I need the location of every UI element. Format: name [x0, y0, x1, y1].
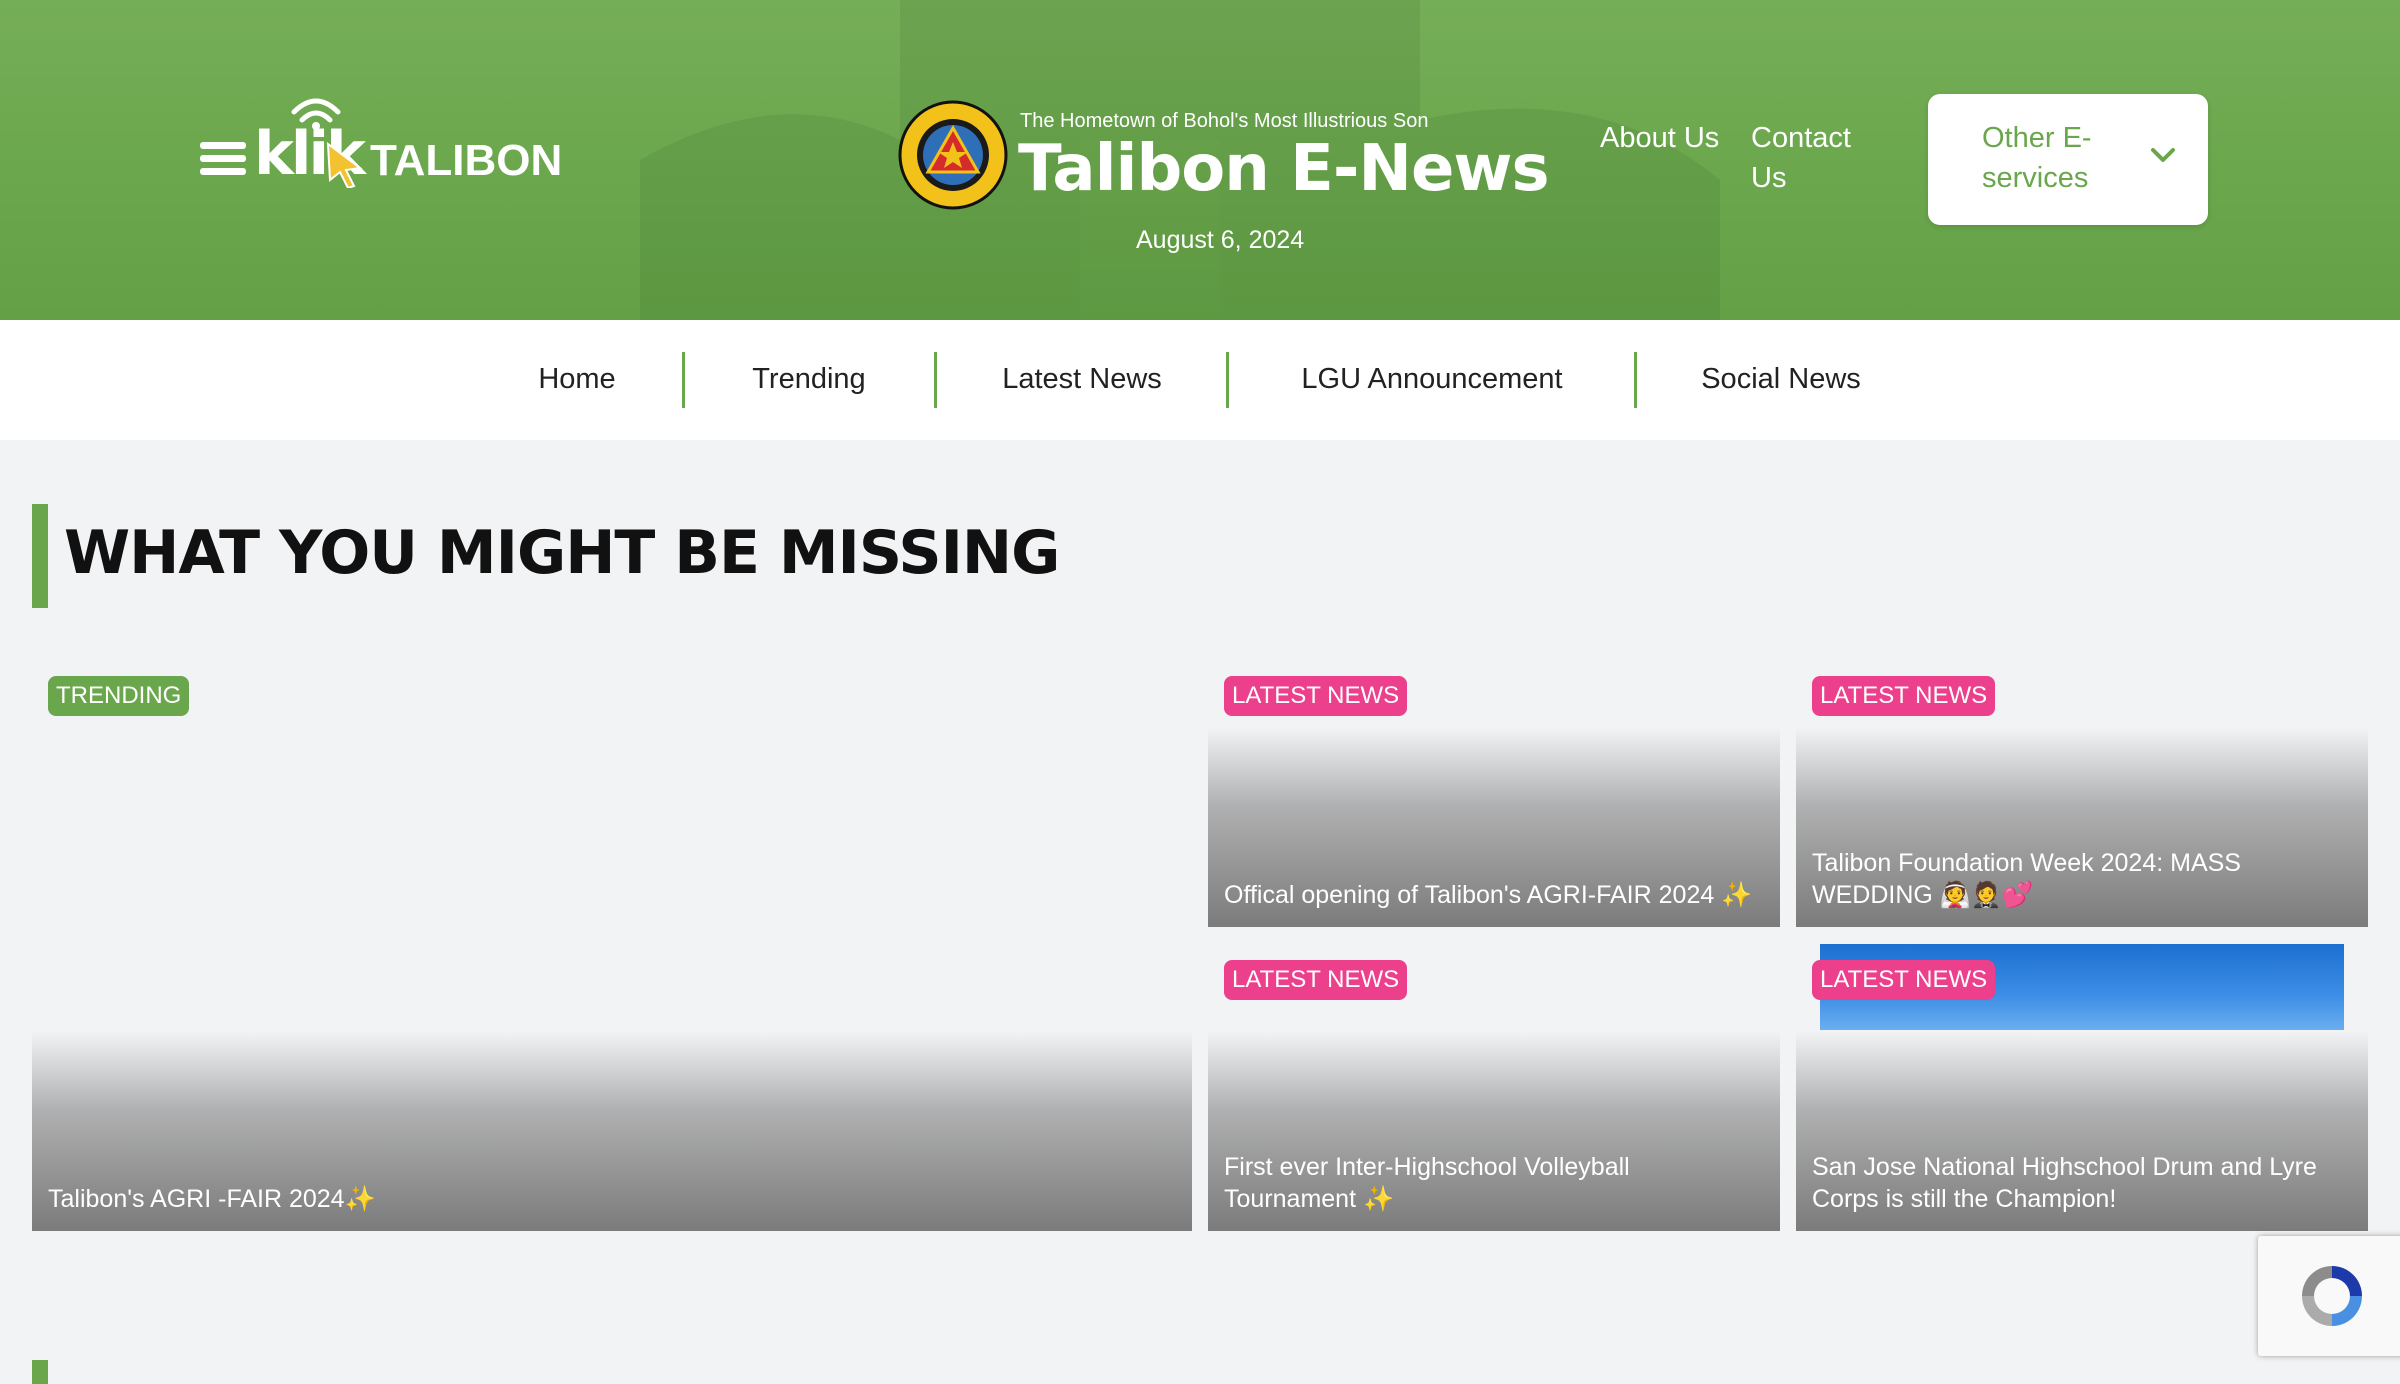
kliktalibon-logo[interactable]: klik TALIBON: [200, 92, 570, 192]
news-card[interactable]: LATEST NEWS San Jose National Highschool…: [1796, 944, 2368, 1231]
news-card[interactable]: LATEST NEWS Talibon Foundation Week 2024…: [1796, 660, 2368, 927]
current-date: August 6, 2024: [1136, 226, 1305, 254]
latest-news-badge[interactable]: LATEST NEWS: [1812, 960, 1996, 1000]
card-caption[interactable]: Offical opening of Talibon's AGRI-FAIR 2…: [1224, 879, 1764, 911]
trending-badge[interactable]: TRENDING: [48, 676, 190, 716]
hamburger-menu-icon[interactable]: [200, 142, 246, 176]
nav-item-lgu-announcement[interactable]: LGU Announcement: [1282, 350, 1582, 408]
main-nav: Home Trending Latest News LGU Announceme…: [0, 320, 2400, 440]
nav-divider: [682, 352, 685, 408]
section-title: WHAT YOU MIGHT BE MISSING: [64, 518, 1060, 588]
news-card-featured[interactable]: TRENDING Talibon's AGRI -FAIR 2024✨: [32, 660, 1192, 1231]
nav-divider: [934, 352, 937, 408]
news-card[interactable]: LATEST NEWS First ever Inter-Highschool …: [1208, 944, 1780, 1231]
chevron-down-icon: [2151, 148, 2175, 162]
card-caption[interactable]: San Jose National Highschool Drum and Ly…: [1812, 1151, 2352, 1215]
other-eservices-dropdown[interactable]: Other E-services: [1928, 94, 2208, 225]
latest-news-badge[interactable]: LATEST NEWS: [1812, 676, 1996, 716]
nav-divider: [1634, 352, 1637, 408]
site-title[interactable]: Talibon E-News: [1018, 132, 1550, 206]
nav-divider: [1226, 352, 1229, 408]
nav-item-latest-news[interactable]: Latest News: [980, 350, 1184, 408]
latest-news-badge[interactable]: LATEST NEWS: [1224, 960, 1408, 1000]
about-us-link[interactable]: About Us: [1600, 118, 1730, 158]
site-tagline: The Hometown of Bohol's Most Illustrious…: [1020, 110, 1429, 132]
card-caption[interactable]: First ever Inter-Highschool Volleyball T…: [1224, 1151, 1764, 1215]
contact-us-link[interactable]: Contact Us: [1751, 118, 1881, 198]
next-section-accent-bar: [32, 1360, 48, 1384]
eservices-label: Other E-services: [1982, 122, 2092, 194]
nav-item-home[interactable]: Home: [520, 350, 634, 408]
cursor-icon: [326, 142, 363, 188]
recaptcha-badge[interactable]: [2258, 1236, 2400, 1356]
recaptcha-icon: [2302, 1266, 2362, 1326]
site-header: klik TALIBON The Hometown of Bohol's Mos…: [0, 0, 2400, 320]
nav-item-social-news[interactable]: Social News: [1688, 350, 1874, 408]
latest-news-badge[interactable]: LATEST NEWS: [1224, 676, 1408, 716]
municipality-seal-icon: [898, 100, 1008, 210]
card-caption[interactable]: Talibon Foundation Week 2024: MASS WEDDI…: [1812, 847, 2352, 911]
news-card[interactable]: LATEST NEWS Offical opening of Talibon's…: [1208, 660, 1780, 927]
logo-sub-text: TALIBON: [370, 136, 563, 185]
section-accent-bar: [32, 504, 48, 608]
card-caption[interactable]: Talibon's AGRI -FAIR 2024✨: [48, 1183, 1176, 1215]
nav-item-trending[interactable]: Trending: [732, 350, 886, 408]
